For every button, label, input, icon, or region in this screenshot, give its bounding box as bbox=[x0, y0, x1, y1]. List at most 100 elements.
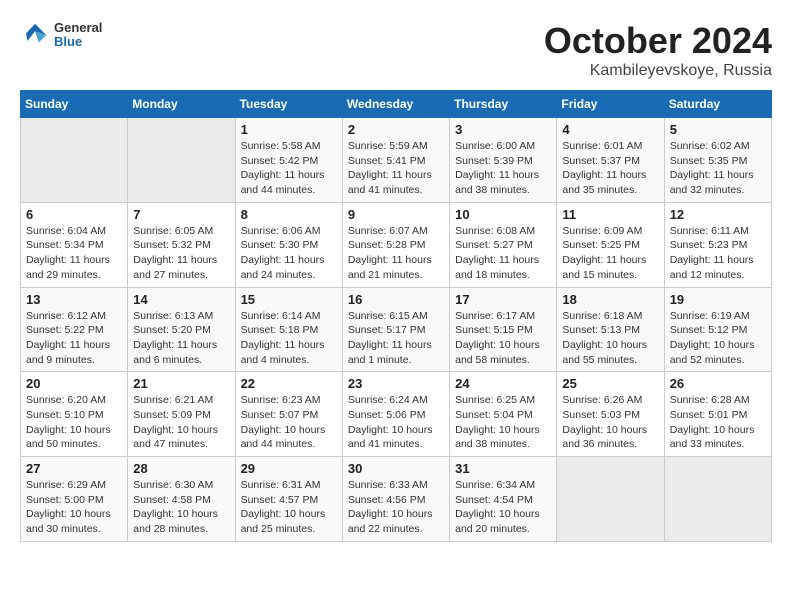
day-info: Sunrise: 6:00 AMSunset: 5:39 PMDaylight:… bbox=[455, 139, 551, 198]
weekday-header: Saturday bbox=[664, 91, 771, 118]
day-number: 27 bbox=[26, 461, 122, 476]
day-number: 29 bbox=[241, 461, 337, 476]
day-number: 6 bbox=[26, 207, 122, 222]
calendar-cell: 31 Sunrise: 6:34 AMSunset: 4:54 PMDayligh… bbox=[450, 457, 557, 542]
day-info: Sunrise: 6:17 AMSunset: 5:15 PMDaylight:… bbox=[455, 309, 551, 368]
calendar-cell: 25 Sunrise: 6:26 AMSunset: 5:03 PMDayligh… bbox=[557, 372, 664, 457]
calendar-cell: 3 Sunrise: 6:00 AMSunset: 5:39 PMDaylight… bbox=[450, 118, 557, 203]
day-info: Sunrise: 6:28 AMSunset: 5:01 PMDaylight:… bbox=[670, 393, 766, 452]
day-number: 17 bbox=[455, 292, 551, 307]
day-number: 9 bbox=[348, 207, 444, 222]
calendar-cell: 22 Sunrise: 6:23 AMSunset: 5:07 PMDayligh… bbox=[235, 372, 342, 457]
calendar-cell: 10 Sunrise: 6:08 AMSunset: 5:27 PMDayligh… bbox=[450, 202, 557, 287]
day-number: 2 bbox=[348, 122, 444, 137]
day-number: 1 bbox=[241, 122, 337, 137]
calendar-cell: 2 Sunrise: 5:59 AMSunset: 5:41 PMDaylight… bbox=[342, 118, 449, 203]
weekday-header: Monday bbox=[128, 91, 235, 118]
calendar-cell: 21 Sunrise: 6:21 AMSunset: 5:09 PMDayligh… bbox=[128, 372, 235, 457]
day-info: Sunrise: 6:31 AMSunset: 4:57 PMDaylight:… bbox=[241, 478, 337, 537]
day-number: 26 bbox=[670, 376, 766, 391]
day-number: 12 bbox=[670, 207, 766, 222]
calendar-cell: 5Sunrise: 6:02 AMSunset: 5:35 PMDaylight… bbox=[664, 118, 771, 203]
day-info: Sunrise: 6:30 AMSunset: 4:58 PMDaylight:… bbox=[133, 478, 229, 537]
day-info: Sunrise: 6:26 AMSunset: 5:03 PMDaylight:… bbox=[562, 393, 658, 452]
day-number: 19 bbox=[670, 292, 766, 307]
calendar-cell bbox=[664, 457, 771, 542]
calendar-cell: 27 Sunrise: 6:29 AMSunset: 5:00 PMDayligh… bbox=[21, 457, 128, 542]
calendar-week-row: 1 Sunrise: 5:58 AMSunset: 5:42 PMDaylight… bbox=[21, 118, 772, 203]
day-info: Sunrise: 6:33 AMSunset: 4:56 PMDaylight:… bbox=[348, 478, 444, 537]
logo: General Blue bbox=[20, 20, 102, 50]
day-number: 13 bbox=[26, 292, 122, 307]
day-info: Sunrise: 5:58 AMSunset: 5:42 PMDaylight:… bbox=[241, 139, 337, 198]
day-info: Sunrise: 6:23 AMSunset: 5:07 PMDaylight:… bbox=[241, 393, 337, 452]
calendar-cell: 13 Sunrise: 6:12 AMSunset: 5:22 PMDayligh… bbox=[21, 287, 128, 372]
day-info: Sunrise: 6:34 AMSunset: 4:54 PMDaylight:… bbox=[455, 478, 551, 537]
day-number: 14 bbox=[133, 292, 229, 307]
day-info: Sunrise: 6:13 AMSunset: 5:20 PMDaylight:… bbox=[133, 309, 229, 368]
day-number: 18 bbox=[562, 292, 658, 307]
logo-icon bbox=[20, 20, 50, 50]
calendar-cell: 8Sunrise: 6:06 AMSunset: 5:30 PMDaylight… bbox=[235, 202, 342, 287]
calendar-cell: 12 Sunrise: 6:11 AMSunset: 5:23 PMDayligh… bbox=[664, 202, 771, 287]
calendar-cell: 30 Sunrise: 6:33 AMSunset: 4:56 PMDayligh… bbox=[342, 457, 449, 542]
day-number: 25 bbox=[562, 376, 658, 391]
day-info: Sunrise: 6:19 AMSunset: 5:12 PMDaylight:… bbox=[670, 309, 766, 368]
calendar-cell: 26 Sunrise: 6:28 AMSunset: 5:01 PMDayligh… bbox=[664, 372, 771, 457]
day-number: 24 bbox=[455, 376, 551, 391]
calendar-cell bbox=[557, 457, 664, 542]
day-number: 28 bbox=[133, 461, 229, 476]
logo-blue: Blue bbox=[54, 35, 102, 49]
calendar-cell: 28 Sunrise: 6:30 AMSunset: 4:58 PMDayligh… bbox=[128, 457, 235, 542]
title-section: October 2024 Kambileyevskoye, Russia bbox=[544, 20, 772, 80]
calendar-week-row: 13 Sunrise: 6:12 AMSunset: 5:22 PMDayligh… bbox=[21, 287, 772, 372]
calendar-cell: 23Sunrise: 6:24 AMSunset: 5:06 PMDayligh… bbox=[342, 372, 449, 457]
day-info: Sunrise: 5:59 AMSunset: 5:41 PMDaylight:… bbox=[348, 139, 444, 198]
weekday-header-row: SundayMondayTuesdayWednesdayThursdayFrid… bbox=[21, 91, 772, 118]
logo-text: General Blue bbox=[54, 21, 102, 50]
calendar-cell: 11 Sunrise: 6:09 AMSunset: 5:25 PMDayligh… bbox=[557, 202, 664, 287]
calendar-cell: 9 Sunrise: 6:07 AMSunset: 5:28 PMDaylight… bbox=[342, 202, 449, 287]
day-info: Sunrise: 6:14 AMSunset: 5:18 PMDaylight:… bbox=[241, 309, 337, 368]
weekday-header: Tuesday bbox=[235, 91, 342, 118]
day-info: Sunrise: 6:04 AMSunset: 5:34 PMDaylight:… bbox=[26, 224, 122, 283]
calendar-cell: 24 Sunrise: 6:25 AMSunset: 5:04 PMDayligh… bbox=[450, 372, 557, 457]
day-info: Sunrise: 6:01 AMSunset: 5:37 PMDaylight:… bbox=[562, 139, 658, 198]
day-info: Sunrise: 6:08 AMSunset: 5:27 PMDaylight:… bbox=[455, 224, 551, 283]
day-number: 22 bbox=[241, 376, 337, 391]
location-title: Kambileyevskoye, Russia bbox=[544, 62, 772, 80]
day-number: 8 bbox=[241, 207, 337, 222]
calendar-table: SundayMondayTuesdayWednesdayThursdayFrid… bbox=[20, 90, 772, 542]
calendar-cell: 19 Sunrise: 6:19 AMSunset: 5:12 PMDayligh… bbox=[664, 287, 771, 372]
calendar-week-row: 6 Sunrise: 6:04 AMSunset: 5:34 PMDaylight… bbox=[21, 202, 772, 287]
calendar-cell: 29 Sunrise: 6:31 AMSunset: 4:57 PMDayligh… bbox=[235, 457, 342, 542]
day-info: Sunrise: 6:05 AMSunset: 5:32 PMDaylight:… bbox=[133, 224, 229, 283]
day-info: Sunrise: 6:24 AMSunset: 5:06 PMDaylight:… bbox=[348, 393, 444, 452]
calendar-week-row: 27 Sunrise: 6:29 AMSunset: 5:00 PMDayligh… bbox=[21, 457, 772, 542]
calendar-cell: 4Sunrise: 6:01 AMSunset: 5:37 PMDaylight… bbox=[557, 118, 664, 203]
page-header: General Blue October 2024 Kambileyevskoy… bbox=[20, 20, 772, 80]
day-number: 21 bbox=[133, 376, 229, 391]
day-number: 10 bbox=[455, 207, 551, 222]
month-title: October 2024 bbox=[544, 20, 772, 62]
day-info: Sunrise: 6:21 AMSunset: 5:09 PMDaylight:… bbox=[133, 393, 229, 452]
day-number: 20 bbox=[26, 376, 122, 391]
weekday-header: Sunday bbox=[21, 91, 128, 118]
weekday-header: Thursday bbox=[450, 91, 557, 118]
day-info: Sunrise: 6:12 AMSunset: 5:22 PMDaylight:… bbox=[26, 309, 122, 368]
day-number: 16 bbox=[348, 292, 444, 307]
day-info: Sunrise: 6:11 AMSunset: 5:23 PMDaylight:… bbox=[670, 224, 766, 283]
day-info: Sunrise: 6:02 AMSunset: 5:35 PMDaylight:… bbox=[670, 139, 766, 198]
day-number: 3 bbox=[455, 122, 551, 137]
day-info: Sunrise: 6:25 AMSunset: 5:04 PMDaylight:… bbox=[455, 393, 551, 452]
calendar-cell: 15Sunrise: 6:14 AMSunset: 5:18 PMDayligh… bbox=[235, 287, 342, 372]
calendar-cell: 18Sunrise: 6:18 AMSunset: 5:13 PMDayligh… bbox=[557, 287, 664, 372]
day-info: Sunrise: 6:29 AMSunset: 5:00 PMDaylight:… bbox=[26, 478, 122, 537]
day-info: Sunrise: 6:07 AMSunset: 5:28 PMDaylight:… bbox=[348, 224, 444, 283]
day-number: 11 bbox=[562, 207, 658, 222]
day-info: Sunrise: 6:09 AMSunset: 5:25 PMDaylight:… bbox=[562, 224, 658, 283]
day-number: 31 bbox=[455, 461, 551, 476]
calendar-week-row: 20Sunrise: 6:20 AMSunset: 5:10 PMDayligh… bbox=[21, 372, 772, 457]
weekday-header: Wednesday bbox=[342, 91, 449, 118]
day-number: 30 bbox=[348, 461, 444, 476]
